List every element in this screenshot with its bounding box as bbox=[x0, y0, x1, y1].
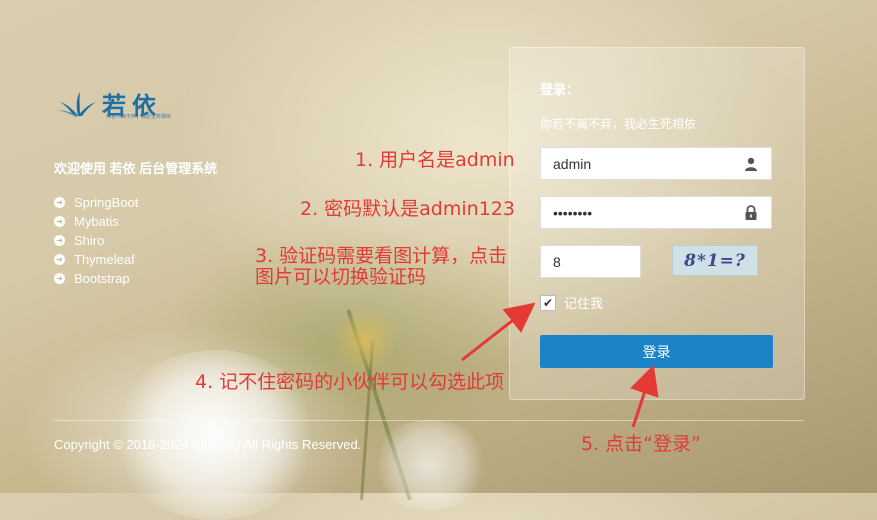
arrow-to-remember bbox=[461, 302, 536, 362]
annotation-arrows bbox=[461, 302, 659, 428]
arrow-to-login bbox=[630, 364, 659, 428]
